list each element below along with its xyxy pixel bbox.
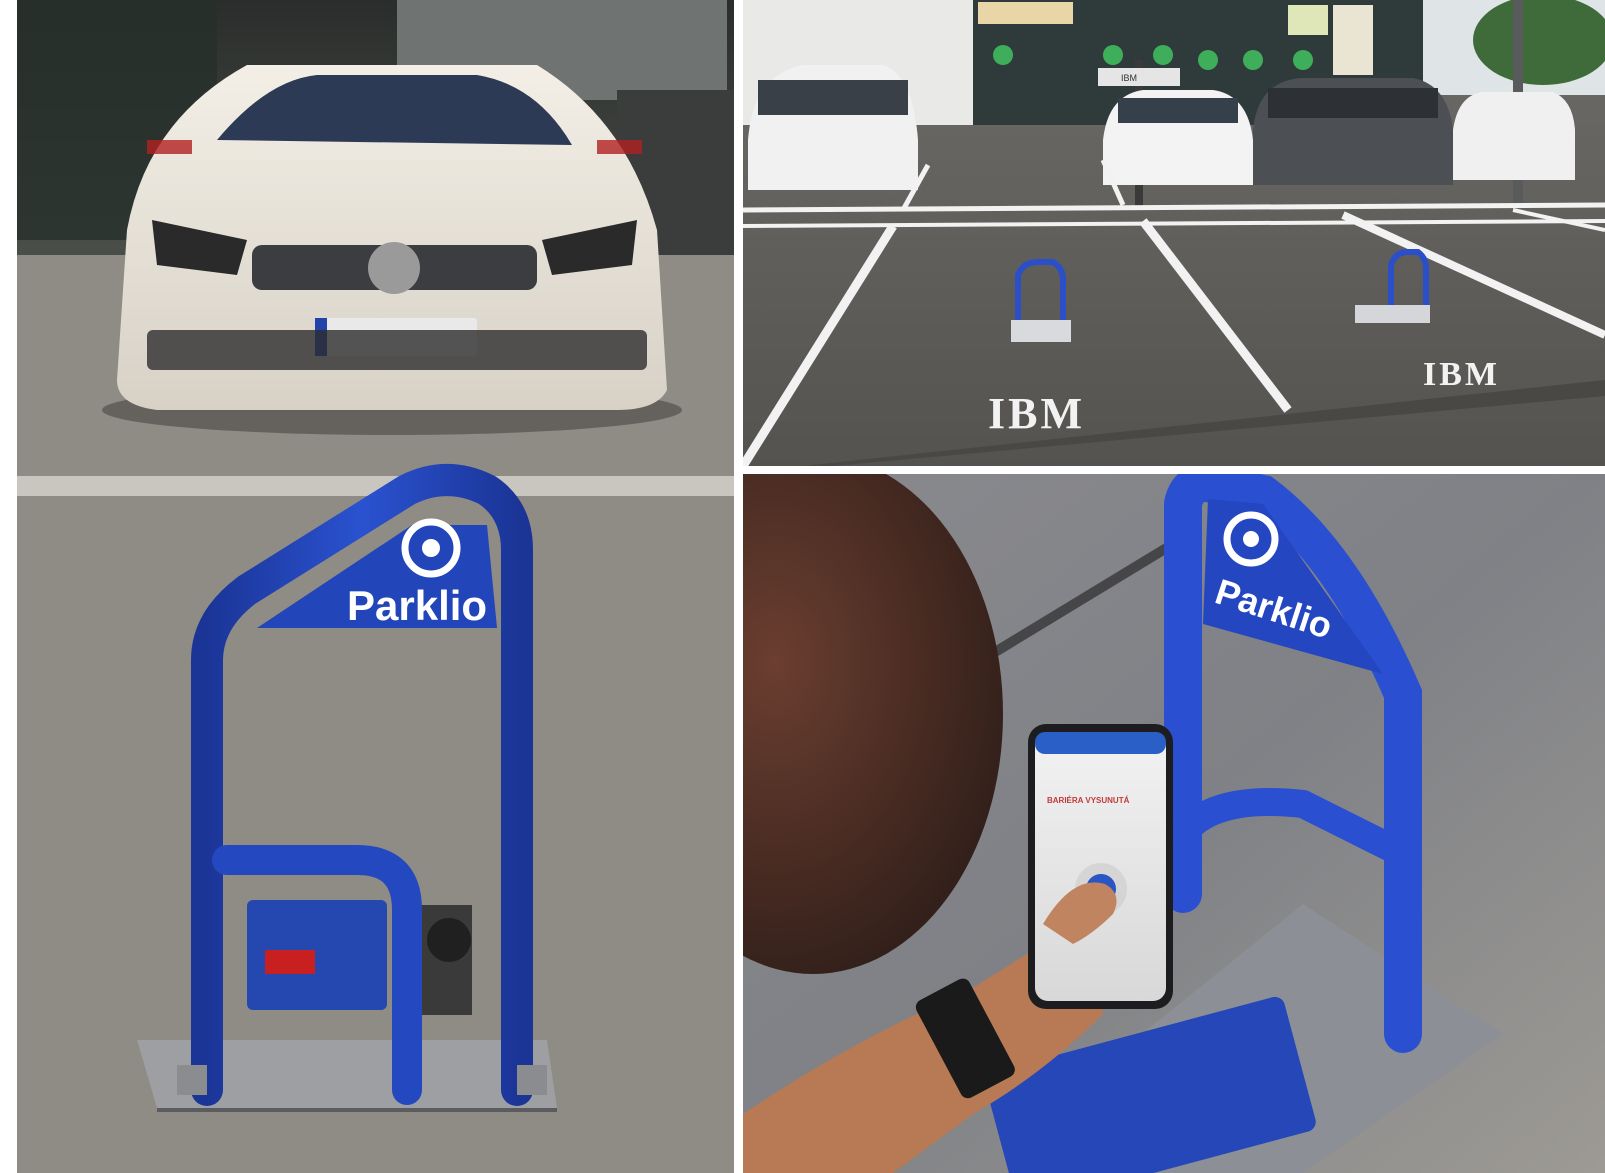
photo-left-barrier-car: Parklio — [17, 0, 734, 1173]
phone-app-header — [1035, 732, 1166, 754]
street-sign-text: IBM — [1121, 73, 1137, 83]
phone-status-title: BARIÉRA VYSUNUTÁ — [1047, 796, 1130, 805]
floor-marking-ibm-right: IBM — [1423, 356, 1500, 393]
barrier-brand-text: Parklio — [347, 582, 487, 629]
photo-bottom-scene: Parklio BARIÉRA VYSUNUTÁ — [743, 474, 1605, 1173]
street-sign — [1098, 68, 1180, 86]
floor-marking-ibm-left: IBM — [988, 389, 1085, 438]
photo-top-parking-lot: IBM IBM IBM — [743, 0, 1605, 466]
smartphone: BARIÉRA VYSUNUTÁ — [1028, 724, 1173, 1009]
photo-top-scene: IBM IBM IBM — [743, 0, 1605, 466]
white-car — [102, 65, 682, 435]
photo-bottom-phone-app: Parklio BARIÉRA VYSUNUTÁ — [743, 474, 1605, 1173]
photo-left-scene: Parklio — [17, 0, 734, 1173]
